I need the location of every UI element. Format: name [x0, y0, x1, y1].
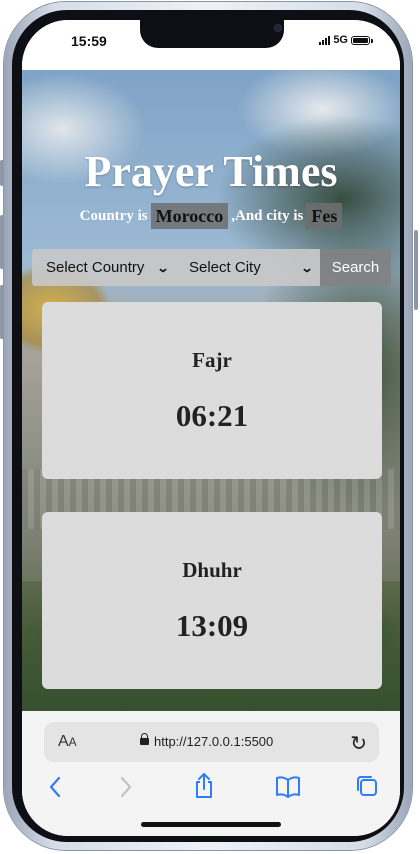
status-indicators: 5G: [319, 34, 373, 46]
web-content: Prayer Times Country is Morocco ,And cit…: [22, 69, 400, 711]
city-prefix-label: ,And city is: [231, 207, 304, 224]
reload-icon[interactable]: ↻: [350, 731, 367, 756]
share-icon: [196, 773, 212, 798]
country-select[interactable]: Select Country ⌄: [32, 249, 176, 286]
signal-icon: [319, 35, 331, 45]
prayer-name: Dhuhr: [182, 558, 242, 582]
share-button[interactable]: [193, 773, 215, 810]
prayer-name: Fajr: [192, 348, 232, 372]
city-select-value: Select City: [189, 259, 261, 276]
browser-chrome: AA http://127.0.0.1:5500 ↻: [22, 711, 400, 836]
chevron-down-icon: ⌄: [156, 260, 170, 275]
chevron-right-icon: [120, 776, 132, 798]
browser-toolbar: [22, 773, 400, 809]
book-icon: [276, 776, 300, 798]
url-text: http://127.0.0.1:5500: [154, 734, 274, 749]
network-type: 5G: [333, 34, 348, 46]
page-title: Prayer Times: [84, 147, 338, 196]
address-bar[interactable]: AA http://127.0.0.1:5500 ↻: [44, 722, 379, 762]
prayer-time: 13:09: [175, 608, 249, 643]
city-chip: Fes: [306, 203, 343, 229]
volume-down-button: [0, 285, 4, 339]
status-bar: 15:59 5G: [22, 20, 400, 70]
dynamic-island: [140, 20, 284, 48]
prayer-card-dhuhr: Dhuhr 13:09: [42, 512, 382, 689]
search-button[interactable]: Search: [320, 249, 391, 286]
prayer-card-fajr: Fajr 06:21: [42, 302, 382, 479]
country-prefix-label: Country is: [79, 207, 148, 224]
forward-button[interactable]: [119, 773, 133, 809]
mute-switch: [0, 160, 4, 186]
location-subtitle: Country is Morocco ,And city is Fes: [22, 203, 400, 229]
chevron-down-icon: ⌄: [300, 260, 314, 275]
home-indicator[interactable]: [141, 822, 281, 827]
power-button: [414, 230, 418, 310]
text-size-button[interactable]: AA: [58, 733, 77, 751]
volume-up-button: [0, 215, 4, 269]
chevron-left-icon: [49, 776, 61, 798]
camera-icon: [274, 24, 282, 32]
location-controls: Select Country ⌄ Select City ⌄ Search: [32, 249, 391, 286]
lock-icon: [140, 732, 149, 747]
tabs-icon: [357, 776, 377, 796]
prayer-time: 06:21: [175, 398, 249, 433]
bookmarks-button[interactable]: [275, 773, 301, 809]
battery-icon: [351, 35, 373, 45]
screen: 15:59 5G Prayer Times Country is Morocco…: [22, 20, 400, 836]
back-button[interactable]: [48, 773, 62, 809]
status-time: 15:59: [71, 33, 107, 49]
country-chip: Morocco: [150, 203, 229, 229]
city-select[interactable]: Select City ⌄: [176, 249, 320, 286]
tabs-button[interactable]: [355, 773, 379, 809]
url-display: http://127.0.0.1:5500: [140, 732, 274, 749]
country-select-value: Select Country: [46, 259, 145, 276]
